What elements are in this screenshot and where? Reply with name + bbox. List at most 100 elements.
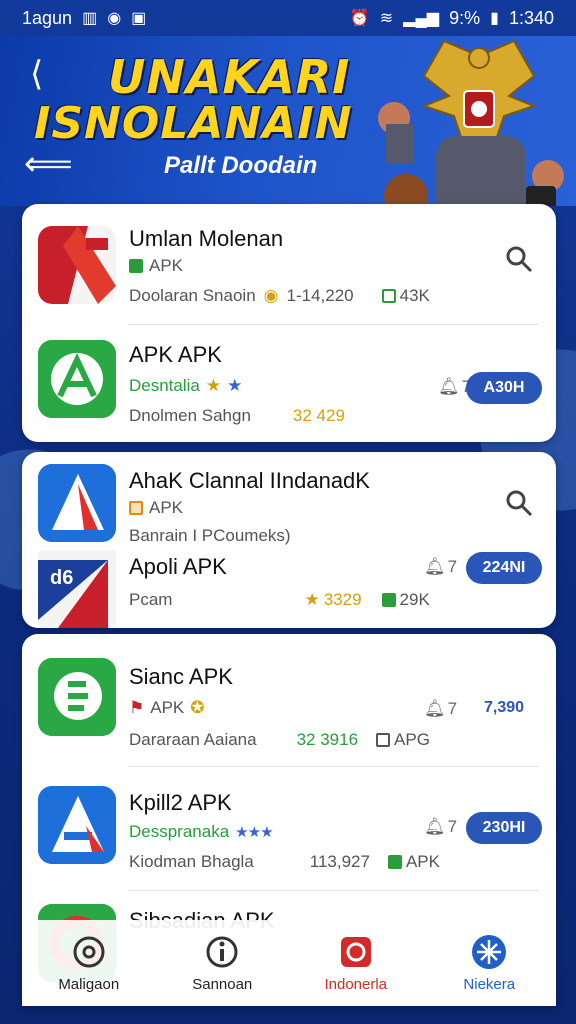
signal-icon: ▂▄▆ bbox=[403, 10, 440, 27]
carrier-text: 1agun bbox=[22, 7, 73, 28]
flag-icon bbox=[338, 934, 374, 970]
install-button[interactable]: 7,390 bbox=[466, 692, 542, 724]
app-sub-label: Desntalia bbox=[129, 376, 200, 395]
meta-left: Pcam bbox=[129, 590, 173, 609]
app-title: Umlan Molenan bbox=[129, 226, 284, 251]
nav-tab-indonerla[interactable]: Indonerla bbox=[289, 920, 423, 1006]
app-list-card: AhaK Clannal IIndanadK APK Banrain I PCo… bbox=[22, 452, 556, 628]
meta-left: Kiodman Bhagla bbox=[129, 852, 254, 871]
nav-tab-niekera[interactable]: Niekera bbox=[423, 920, 557, 1006]
badge-icon bbox=[129, 501, 143, 515]
app-icon-apk bbox=[38, 340, 116, 418]
bell-count-value: 7 bbox=[447, 699, 458, 718]
meta-left: Dnolmen Sahgn bbox=[129, 406, 251, 425]
app-subtitle: Desspranaka ★★★ bbox=[129, 822, 274, 842]
app-sub-label: APK bbox=[149, 498, 184, 517]
app-notification-icon: ◉ bbox=[107, 10, 122, 27]
meta-mid: 3329 bbox=[323, 590, 362, 609]
list-item[interactable]: d6 Apoli APK Pcam ★ 3329 29K 🔔︎ 7 224NI bbox=[22, 544, 556, 628]
meta-left: Doolaran Snaoin bbox=[129, 286, 256, 305]
app-title: Apoli APK bbox=[129, 554, 227, 579]
app-subtitle: APK bbox=[129, 498, 183, 518]
app-subtitle: Desntalia ★ ★ bbox=[129, 376, 242, 396]
banner-subtitle: Pallt Doodain bbox=[164, 152, 318, 179]
app-subtitle: APK bbox=[129, 256, 183, 276]
install-button[interactable]: 224NI bbox=[466, 552, 542, 584]
status-left: 1agun ▥ ◉ ▣ bbox=[22, 8, 146, 29]
verified-icon bbox=[129, 259, 143, 273]
svg-text:d6: d6 bbox=[50, 567, 73, 589]
meta-left: Dararaan Aaiana bbox=[129, 730, 257, 749]
search-icon[interactable] bbox=[504, 488, 534, 518]
target-icon bbox=[71, 934, 107, 970]
search-icon[interactable] bbox=[504, 244, 534, 274]
size-icon bbox=[381, 289, 396, 303]
meta-right: 29K bbox=[399, 590, 430, 609]
coin-icon: ◉ bbox=[263, 286, 279, 305]
star-icon: ★ bbox=[227, 376, 243, 395]
meta-right: APG bbox=[394, 730, 430, 749]
app-title: Kpill2 APK bbox=[129, 790, 232, 815]
app-meta: Doolaran Snaoin ◉ 1-14,220 43K bbox=[129, 286, 430, 306]
notification-icon: ▥ bbox=[82, 10, 98, 27]
nav-label: Indonerla bbox=[324, 975, 388, 993]
arrow-decoration-icon: ⟸ bbox=[24, 145, 73, 183]
bell-count: 🔔︎ 7 bbox=[424, 814, 457, 840]
banner-title-line2: ISNOLANAIN bbox=[34, 98, 353, 149]
meta-mid: 32 3916 bbox=[296, 730, 359, 749]
app-meta: Pcam ★ 3329 29K bbox=[129, 590, 430, 610]
info-icon bbox=[204, 934, 240, 970]
app-icon-apoli: d6 bbox=[38, 550, 116, 628]
app-sub-label: Desspranaka bbox=[129, 822, 230, 841]
size-icon bbox=[376, 733, 391, 747]
nav-tab-maligaon[interactable]: Maligaon bbox=[22, 920, 156, 1006]
install-button[interactable]: A30H bbox=[466, 372, 542, 404]
install-button[interactable]: 230HI bbox=[466, 812, 542, 844]
battery-icon: ▮ bbox=[490, 10, 499, 27]
list-item[interactable]: Sianc APK ⚑ APK ✪ Dararaan Aaiana 32 391… bbox=[22, 634, 556, 762]
banner-figure-illustration bbox=[378, 102, 564, 206]
status-bar: 1agun ▥ ◉ ▣ ⏰ ≋ ▂▄▆ 9:% ▮ 1:340 bbox=[0, 0, 576, 36]
battery-percent: 9:% bbox=[449, 7, 481, 28]
app-title: APK APK bbox=[129, 342, 222, 367]
app-list-card: Umlan Molenan APK Doolaran Snaoin ◉ 1-14… bbox=[22, 204, 556, 442]
star-icon: ★ bbox=[304, 590, 320, 609]
banner-title-line1: UNAKARI bbox=[108, 50, 351, 104]
meta-mid: 113,927 bbox=[309, 852, 370, 871]
nav-label: Sannoan bbox=[192, 975, 253, 993]
alarm-icon: ⏰ bbox=[349, 10, 370, 27]
status-right: ⏰ ≋ ▂▄▆ 9:% ▮ 1:340 bbox=[350, 8, 554, 29]
app-meta: Kiodman Bhagla 113,927 APK bbox=[129, 852, 440, 872]
app-icon-ahak bbox=[38, 464, 116, 542]
arrow-decoration-icon: ⟨ bbox=[30, 55, 44, 93]
list-item[interactable]: Umlan Molenan APK Doolaran Snaoin ◉ 1-14… bbox=[22, 204, 556, 324]
app-sub-label: APK bbox=[149, 256, 184, 275]
bell-count: 🔔︎ 7 bbox=[438, 374, 471, 400]
app-title: Sianc APK bbox=[129, 664, 233, 689]
bell-count-value: 7 bbox=[447, 817, 458, 836]
meta-mid: 32 429 bbox=[292, 406, 345, 425]
medal-icon: ✪ bbox=[190, 698, 205, 717]
app-subtitle: ⚑ APK ✪ bbox=[129, 698, 205, 718]
nav-label: Maligaon bbox=[58, 975, 120, 993]
promo-banner[interactable]: ⟨ ⟸ UNAKARI ISNOLANAIN Pallt Doodain bbox=[0, 36, 576, 206]
list-item[interactable]: Kpill2 APK Desspranaka ★★★ Kiodman Bhagl… bbox=[22, 766, 556, 888]
flag-icon: ⚑ bbox=[129, 698, 145, 717]
star-icon: ★ bbox=[205, 376, 222, 395]
bell-count: 🔔︎ 7 bbox=[424, 696, 457, 722]
meta-mid: 1-14,220 bbox=[286, 286, 354, 305]
rating-stars-icon: ★★★ bbox=[235, 824, 273, 841]
size-icon bbox=[387, 855, 402, 869]
size-icon bbox=[381, 593, 396, 607]
meta-right: APK bbox=[405, 852, 440, 871]
app-icon-kpill2 bbox=[38, 786, 116, 864]
bell-icon: 🔔︎ bbox=[438, 377, 460, 396]
bell-count: 🔔︎ 7 bbox=[424, 554, 457, 580]
list-item[interactable]: AhaK Clannal IIndanadK APK Banrain I PCo… bbox=[22, 452, 556, 545]
clock: 1:340 bbox=[508, 7, 554, 28]
wifi-icon: ≋ bbox=[379, 10, 394, 27]
meta-left: Banrain I PCoumeks) bbox=[129, 526, 291, 545]
list-item[interactable]: APK APK Desntalia ★ ★ Dnolmen Sahgn 32 4… bbox=[22, 324, 556, 442]
bell-icon: 🔔︎ bbox=[424, 557, 446, 576]
nav-tab-sannoan[interactable]: Sannoan bbox=[156, 920, 290, 1006]
